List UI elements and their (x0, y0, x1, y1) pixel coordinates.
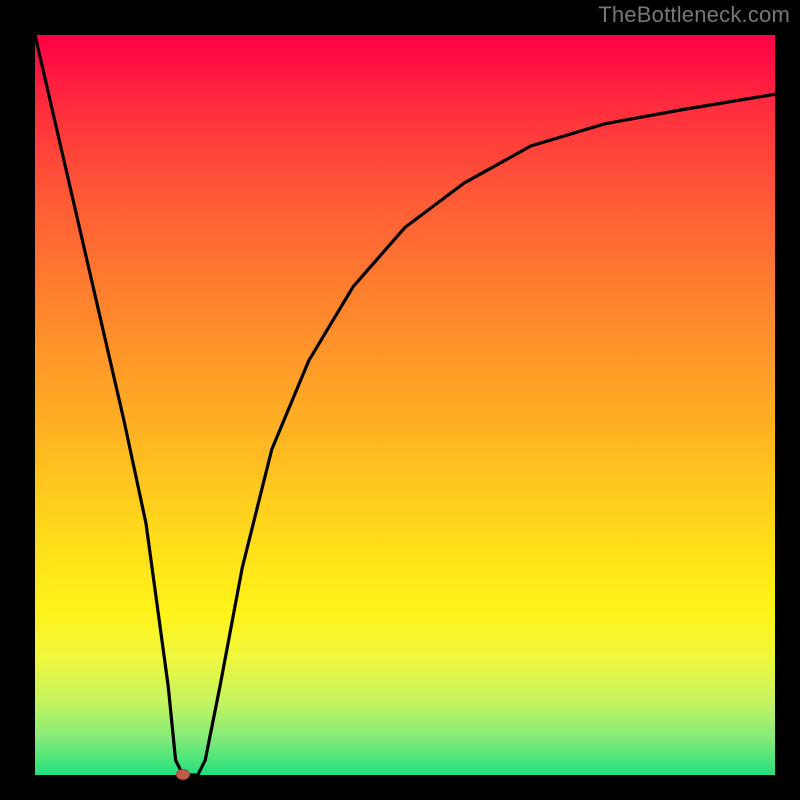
bottleneck-curve (35, 35, 775, 775)
optimum-marker (176, 769, 190, 780)
plot-area (35, 35, 775, 775)
chart-container: TheBottleneck.com (0, 0, 800, 800)
watermark-text: TheBottleneck.com (598, 2, 790, 28)
